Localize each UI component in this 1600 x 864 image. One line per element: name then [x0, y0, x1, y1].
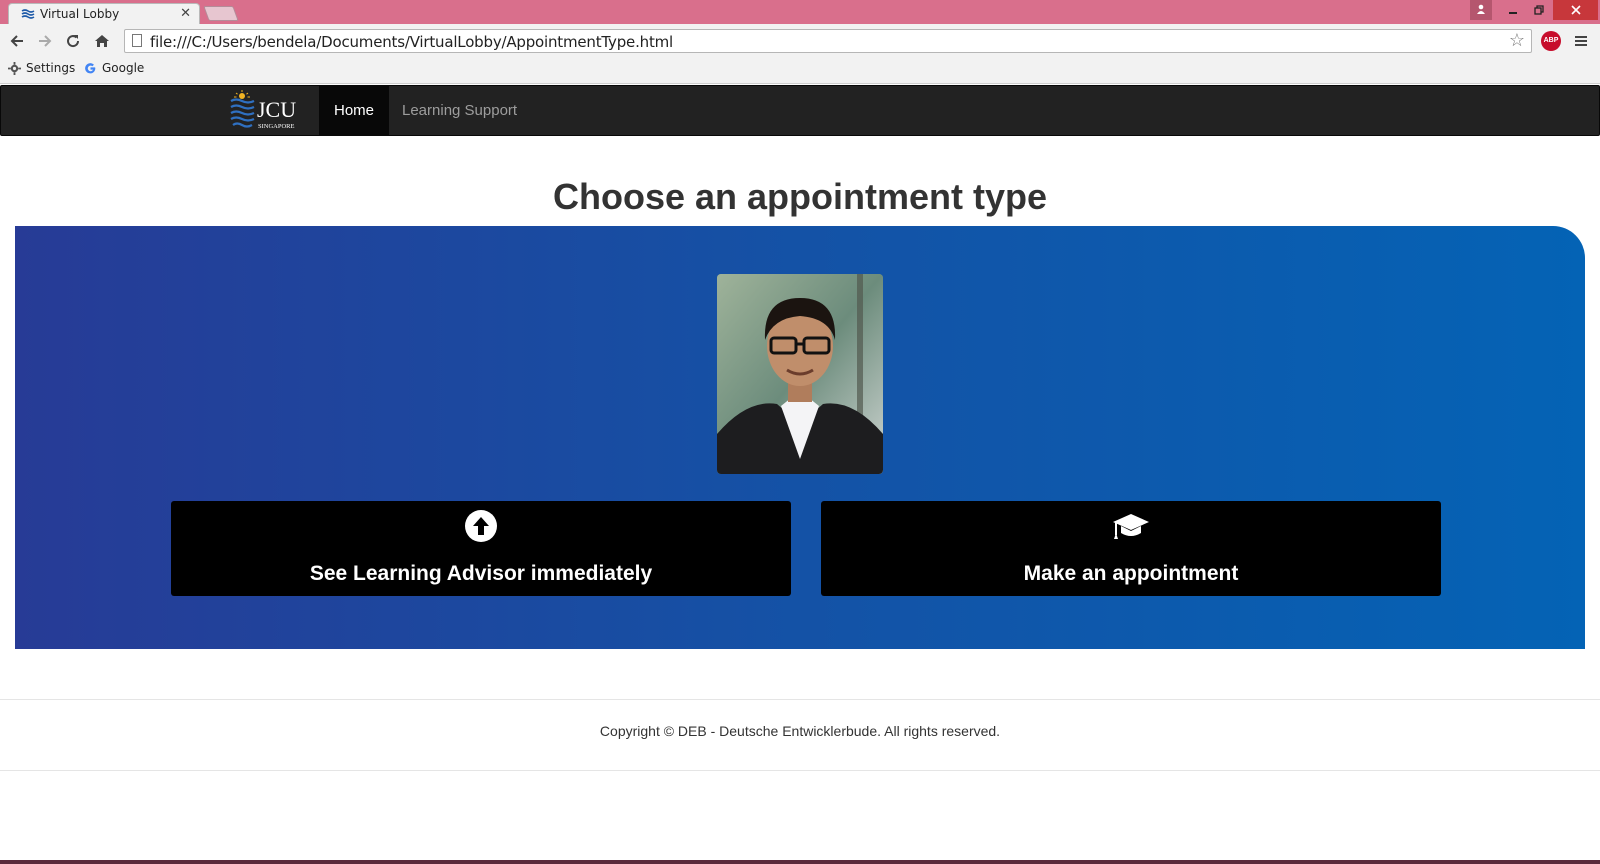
jcu-logo[interactable]: JCU SINGAPORE [229, 86, 309, 135]
page-title: Choose an appointment type [552, 176, 1048, 217]
back-arrow-icon[interactable] [6, 30, 28, 52]
browser-tabstrip: Virtual Lobby ✕ [0, 0, 1600, 24]
forward-arrow-icon[interactable] [34, 30, 56, 52]
arrow-up-circle-icon [465, 510, 497, 542]
appointment-hero-panel: See Learning Advisor immediately Make an… [15, 226, 1585, 649]
gear-icon [8, 61, 21, 75]
close-tab-icon[interactable]: ✕ [180, 5, 191, 21]
adblock-plus-icon[interactable]: ABP [1541, 31, 1561, 51]
nav-learning-support[interactable]: Learning Support [387, 86, 532, 135]
jcu-favicon-icon [21, 9, 35, 19]
address-bar[interactable]: file:///C:/Users/bendela/Documents/Virtu… [124, 29, 1532, 53]
new-tab-button[interactable] [203, 6, 239, 21]
browser-toolbar: file:///C:/Users/bendela/Documents/Virtu… [0, 24, 1600, 58]
os-taskbar [0, 860, 1600, 864]
bookmark-settings[interactable]: Settings [8, 61, 75, 75]
option-label: See Learning Advisor immediately [309, 562, 653, 585]
graduation-cap-icon [1113, 514, 1149, 539]
nav-home[interactable]: Home [319, 86, 390, 135]
footer-divider-top [0, 699, 1600, 700]
brand-subtext: SINGAPORE [258, 123, 295, 130]
brand-text: JCU [257, 97, 296, 122]
minimize-window-icon[interactable] [1500, 0, 1526, 20]
url-text[interactable]: file:///C:/Users/bendela/Documents/Virtu… [150, 33, 673, 51]
tab-title: Virtual Lobby [40, 7, 120, 21]
site-navbar: JCU SINGAPORE Home Learning Support [0, 85, 1600, 136]
make-appointment-button[interactable]: Make an appointment [821, 501, 1441, 596]
bookmark-star-icon[interactable]: ☆ [1509, 30, 1525, 51]
learning-advisor-photo [717, 274, 883, 474]
page-icon [132, 34, 142, 47]
restore-window-icon[interactable] [1526, 0, 1552, 20]
close-window-icon[interactable] [1553, 0, 1598, 20]
reload-icon[interactable] [62, 30, 84, 52]
bookmark-label: Google [102, 61, 145, 75]
option-label: Make an appointment [1023, 562, 1239, 585]
chrome-menu-icon[interactable] [1574, 30, 1588, 53]
footer-divider-bottom [0, 770, 1600, 771]
bookmark-label: Settings [26, 61, 76, 75]
google-icon [85, 62, 96, 73]
footer-copyright: Copyright © DEB - Deutsche Entwicklerbud… [599, 723, 1001, 739]
see-advisor-immediately-button[interactable]: See Learning Advisor immediately [171, 501, 791, 596]
user-profile-icon[interactable] [1470, 0, 1492, 20]
bookmarks-bar: Settings Google [0, 58, 1600, 84]
home-icon[interactable] [91, 30, 113, 52]
browser-tab[interactable]: Virtual Lobby ✕ [8, 3, 200, 24]
bookmark-google[interactable]: Google [84, 61, 144, 75]
